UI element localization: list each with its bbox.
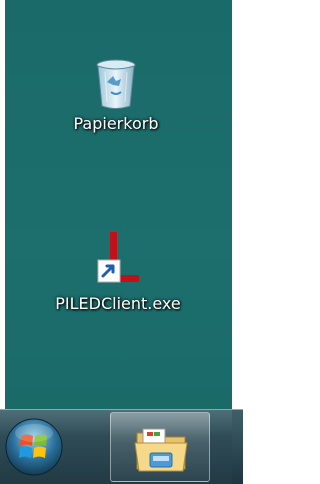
- windows-start-orb-icon: [5, 418, 63, 476]
- desktop-icon-recycle-bin[interactable]: Papierkorb: [41, 58, 191, 133]
- desktop-icon-label: PILEDClient.exe: [55, 294, 181, 313]
- desktop-icon-piled-client[interactable]: PILEDClient.exe: [23, 232, 213, 313]
- taskbar: [0, 409, 243, 484]
- recycle-bin-icon: [96, 59, 136, 109]
- desktop-icon-label: Papierkorb: [73, 114, 159, 133]
- windows-explorer-folder-icon: [134, 428, 188, 472]
- screen: Papierkorb PILEDClient.exe: [0, 0, 243, 484]
- show-desktop-button[interactable]: [232, 410, 243, 484]
- taskbar-button-explorer[interactable]: [110, 412, 210, 482]
- start-button[interactable]: [4, 416, 64, 478]
- desktop: Papierkorb PILEDClient.exe: [5, 0, 232, 409]
- piled-client-shortcut-icon: [97, 232, 139, 283]
